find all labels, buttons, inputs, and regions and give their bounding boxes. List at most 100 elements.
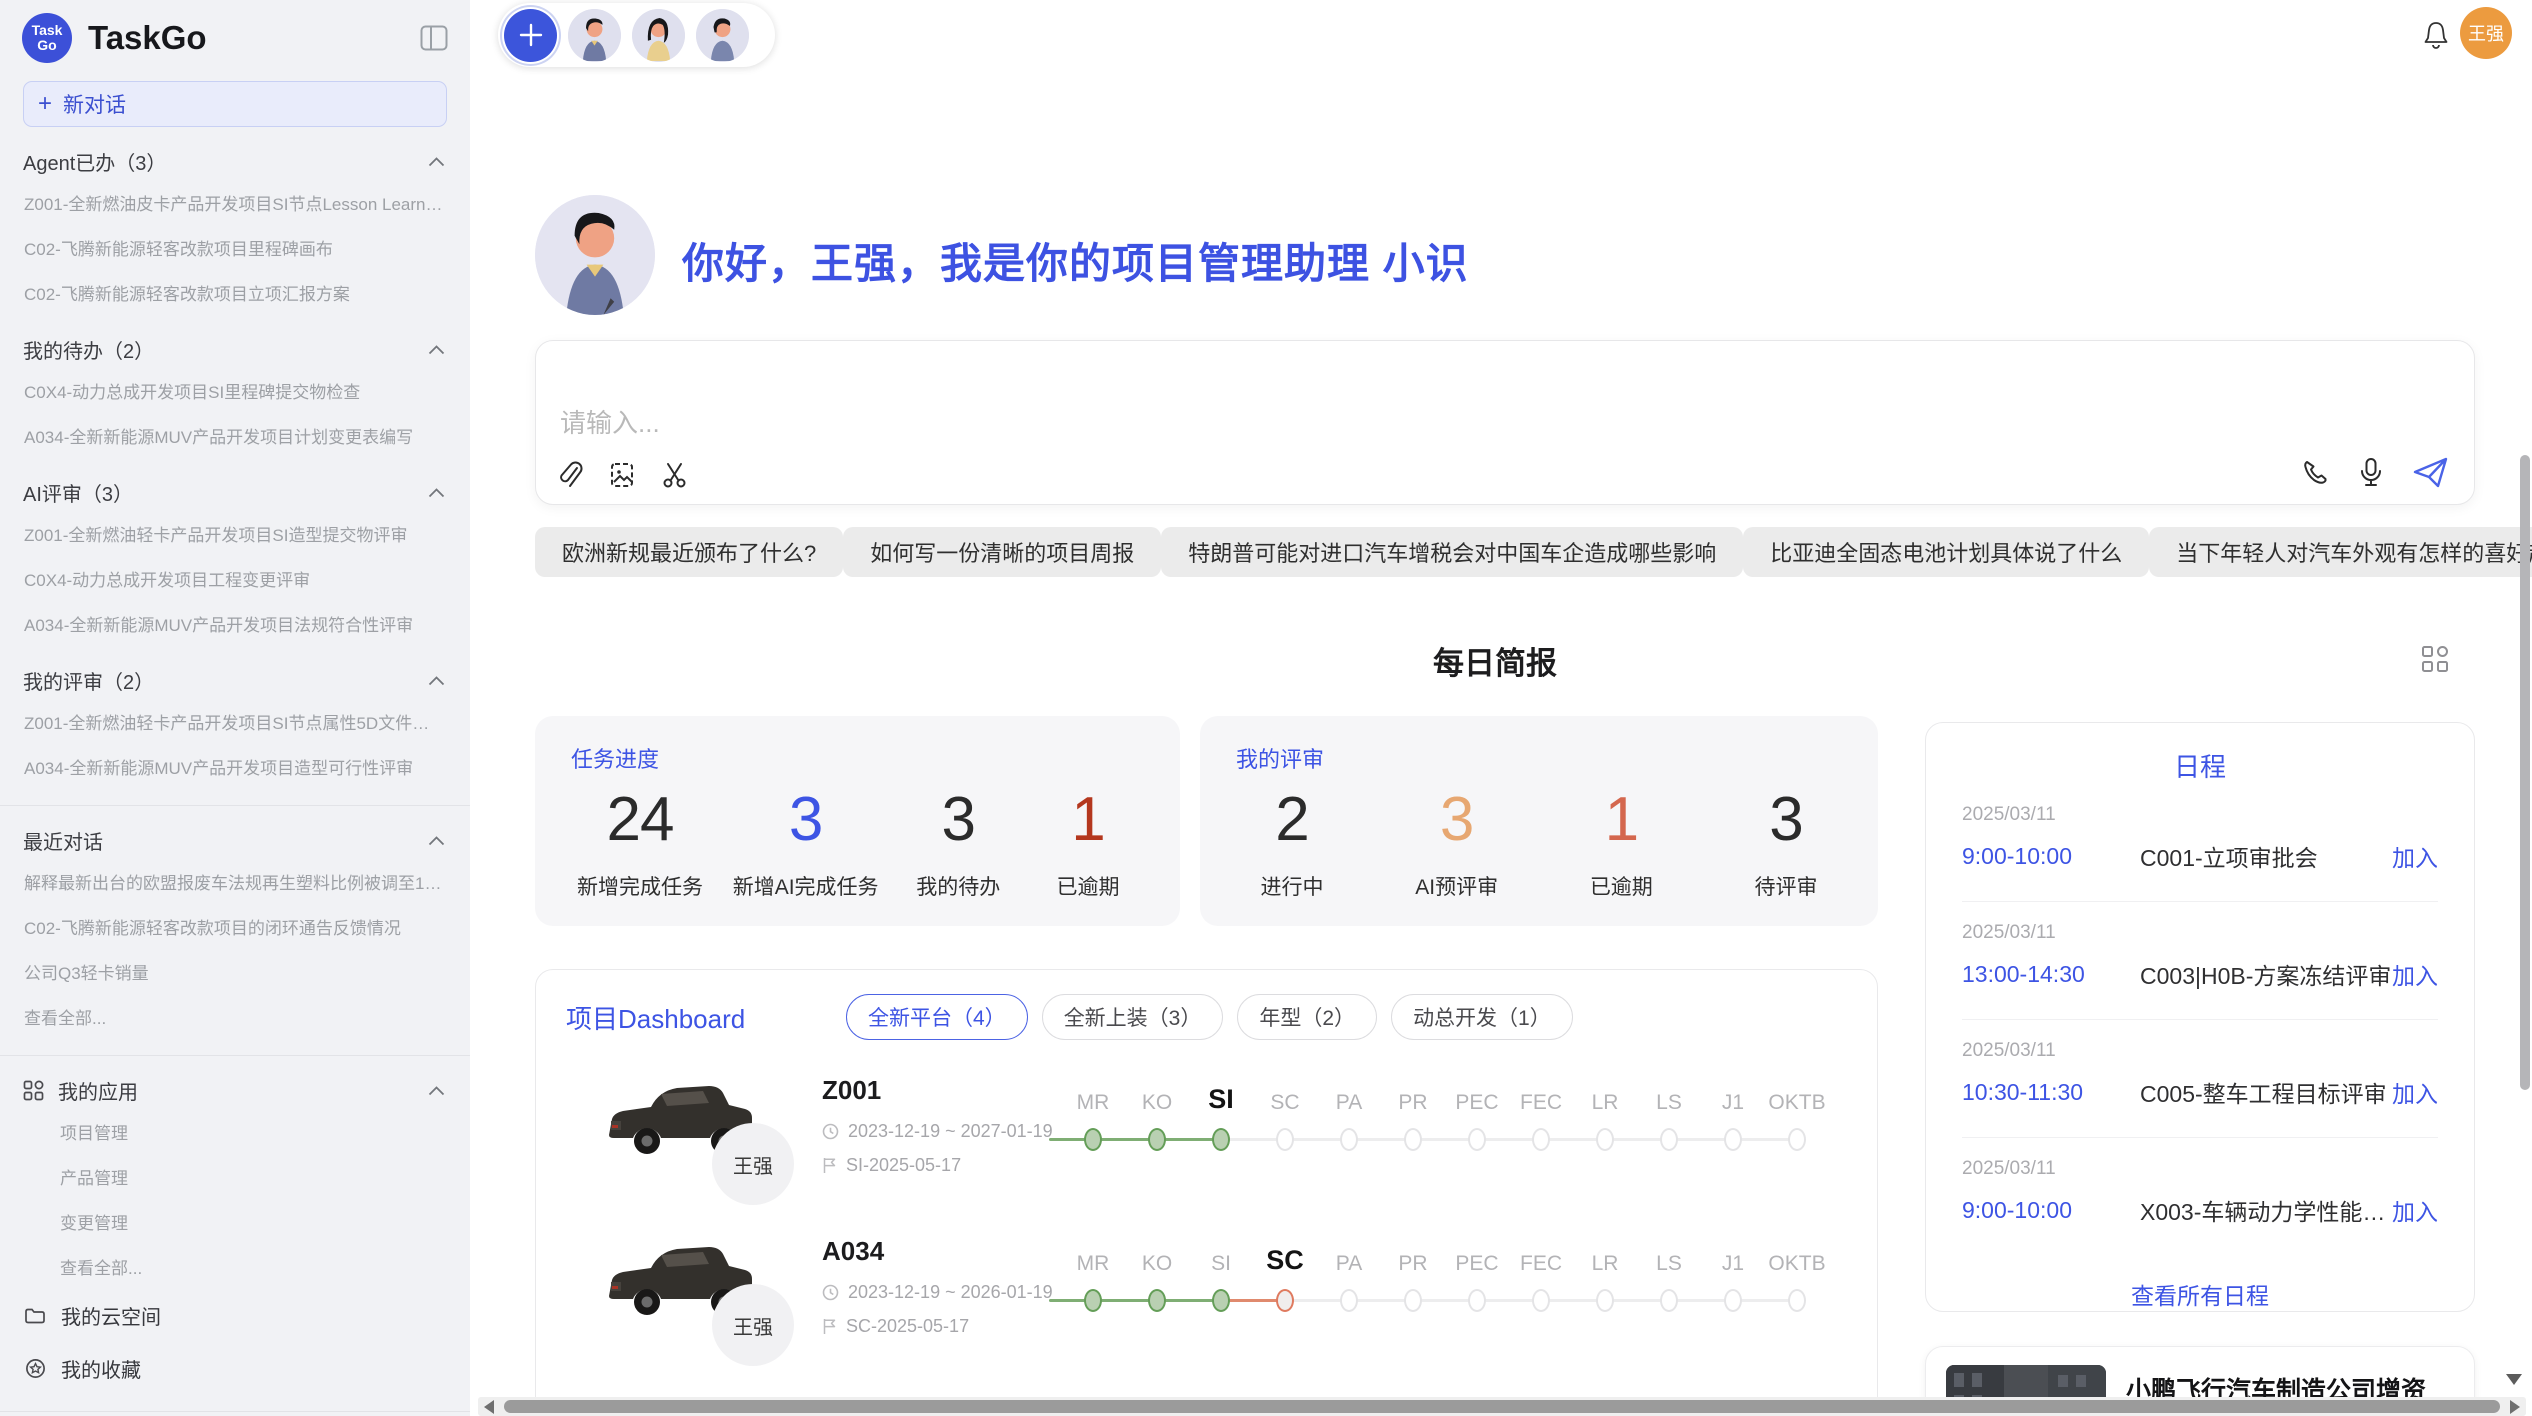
- project-row[interactable]: 王强 Z001 2023-12-19 ~ 2027-01-19 SI-2025-…: [536, 1067, 1877, 1228]
- milestone-label-FEC: FEC: [1509, 1252, 1573, 1276]
- milestone-dot-PR[interactable]: [1404, 1128, 1422, 1151]
- milestone-dot-MR[interactable]: [1084, 1289, 1102, 1312]
- dashboard-filter[interactable]: 全新平台（4）: [846, 994, 1028, 1040]
- sidebar-task-item[interactable]: Z001-全新燃油轻卡产品开发项目SI造型提交物评审: [24, 511, 446, 556]
- milestone-dot-SI[interactable]: [1212, 1289, 1230, 1312]
- dashboard-filter[interactable]: 动总开发（1）: [1391, 994, 1573, 1040]
- chevron-up-icon: [428, 1086, 445, 1096]
- sidebar-section-title: AI评审（3）: [23, 478, 133, 507]
- microphone-icon[interactable]: [2358, 457, 2384, 489]
- sidebar-task-item[interactable]: C02-飞腾新能源轻客改款项目立项汇报方案: [24, 270, 446, 315]
- apps-grid-icon: [23, 1080, 44, 1101]
- sidebar-task-item[interactable]: C0X4-动力总成开发项目工程变更评审: [24, 556, 446, 601]
- milestone-dot-FEC[interactable]: [1532, 1128, 1550, 1151]
- milestone-dot-J1[interactable]: [1724, 1289, 1742, 1312]
- vertical-scrollbar[interactable]: [2520, 455, 2530, 1090]
- milestone-dot-SI[interactable]: [1212, 1128, 1230, 1151]
- schedule-view-all-link[interactable]: 查看所有日程: [1962, 1255, 2438, 1312]
- milestone-dot-KO[interactable]: [1148, 1128, 1166, 1151]
- app-item-project-mgmt[interactable]: 项目管理: [60, 1109, 446, 1154]
- milestone-label-LR: LR: [1573, 1091, 1637, 1115]
- sidebar-item-favorites[interactable]: 我的收藏: [23, 1342, 447, 1395]
- milestone-dot-SC[interactable]: [1276, 1128, 1294, 1151]
- daily-briefing-title: 每日简报: [535, 638, 2455, 683]
- suggestion-chip[interactable]: 如何写一份清晰的项目周报: [843, 527, 1161, 577]
- milestone-dot-FEC[interactable]: [1532, 1289, 1550, 1312]
- milestone-dot-MR[interactable]: [1084, 1128, 1102, 1151]
- project-row[interactable]: 王强 A034 2023-12-19 ~ 2026-01-19 SC-2025-…: [536, 1228, 1877, 1389]
- stat: 3我的待办: [908, 784, 1008, 901]
- attach-icon[interactable]: [556, 460, 584, 490]
- clock-icon: [822, 1284, 839, 1301]
- phone-icon[interactable]: [2300, 458, 2330, 488]
- sidebar-collapse-icon[interactable]: [420, 25, 448, 51]
- agent-avatar[interactable]: [568, 9, 621, 62]
- schedule-join-link[interactable]: 加入: [2392, 1193, 2438, 1227]
- milestone-dot-KO[interactable]: [1148, 1289, 1166, 1312]
- milestone-dot-PR[interactable]: [1404, 1289, 1422, 1312]
- milestone-dot-OKTB[interactable]: [1788, 1128, 1806, 1151]
- sidebar-section-apps-header[interactable]: 我的应用: [23, 1076, 445, 1105]
- sidebar-task-item[interactable]: C02-飞腾新能源轻客改款项目里程碑画布: [24, 225, 446, 270]
- suggestion-chip[interactable]: 欧洲新规最近颁布了什么?: [535, 527, 843, 577]
- recent-chat-item[interactable]: C02-飞腾新能源轻客改款项目的闭环通告反馈情况: [24, 904, 446, 949]
- sidebar-task-item[interactable]: A034-全新新能源MUV产品开发项目计划变更表编写: [24, 413, 446, 458]
- suggestion-chip[interactable]: 比亚迪全固态电池计划具体说了什么: [1743, 527, 2149, 577]
- milestone-dot-J1[interactable]: [1724, 1128, 1742, 1151]
- milestone-dot-LS[interactable]: [1660, 1289, 1678, 1312]
- send-icon[interactable]: [2412, 456, 2450, 490]
- milestone-label-FEC: FEC: [1509, 1091, 1573, 1115]
- schedule-date: 2025/03/11: [1962, 804, 2438, 826]
- scroll-right-arrow[interactable]: [2510, 1400, 2520, 1414]
- sidebar-task-item[interactable]: A034-全新新能源MUV产品开发项目法规符合性评审: [24, 601, 446, 646]
- schedule-join-link[interactable]: 加入: [2392, 839, 2438, 873]
- sidebar-section-header[interactable]: 我的待办（2）: [23, 335, 445, 364]
- milestone-dot-PEC[interactable]: [1468, 1289, 1486, 1312]
- dashboard-filter[interactable]: 年型（2）: [1237, 994, 1377, 1040]
- sidebar-section-header[interactable]: Agent已办（3）: [23, 147, 445, 176]
- suggestion-chip[interactable]: 特朗普可能对进口汽车增税会对中国车企造成哪些影响: [1161, 527, 1743, 577]
- schedule-join-link[interactable]: 加入: [2392, 1075, 2438, 1109]
- schedule-join-link[interactable]: 加入: [2392, 957, 2438, 991]
- sidebar-task-item[interactable]: Z001-全新燃油轻卡产品开发项目SI节点属性5D文件评审: [24, 699, 446, 744]
- agent-avatar[interactable]: [696, 9, 749, 62]
- sidebar-item-cloud-space[interactable]: 我的云空间: [23, 1289, 447, 1342]
- chat-input[interactable]: 请输入...: [535, 340, 2475, 505]
- app-item-change-mgmt[interactable]: 变更管理: [60, 1199, 446, 1244]
- milestone-dot-OKTB[interactable]: [1788, 1289, 1806, 1312]
- milestone-label-J1: J1: [1701, 1252, 1765, 1276]
- sidebar-section-recent-header[interactable]: 最近对话: [23, 826, 445, 855]
- suggestion-chip[interactable]: 当下年轻人对汽车外观有怎样的喜好趋势: [2149, 527, 2532, 577]
- horizontal-scrollbar-thumb[interactable]: [504, 1400, 2500, 1413]
- sidebar-task-item[interactable]: A034-全新新能源MUV产品开发项目造型可行性评审: [24, 744, 446, 789]
- app-item-product-mgmt[interactable]: 产品管理: [60, 1154, 446, 1199]
- scroll-left-arrow[interactable]: [484, 1400, 494, 1414]
- scroll-down-arrow[interactable]: [2506, 1374, 2522, 1385]
- dashboard-filter[interactable]: 全新上装（3）: [1042, 994, 1224, 1040]
- milestone-dot-PA[interactable]: [1340, 1128, 1358, 1151]
- recent-view-all-link[interactable]: 查看全部...: [24, 994, 446, 1039]
- milestone-dot-LR[interactable]: [1596, 1289, 1614, 1312]
- agent-avatar[interactable]: [632, 9, 685, 62]
- scissors-icon[interactable]: [660, 460, 690, 490]
- sidebar-section-header[interactable]: AI评审（3）: [23, 478, 445, 507]
- schedule-time: 10:30-11:30: [1962, 1079, 2140, 1106]
- apps-view-all-link[interactable]: 查看全部...: [60, 1244, 446, 1289]
- add-agent-button[interactable]: [504, 9, 557, 62]
- notification-bell-icon[interactable]: [2422, 20, 2450, 55]
- sidebar-task-item[interactable]: C0X4-动力总成开发项目SI里程碑提交物检查: [24, 368, 446, 413]
- recent-chat-item[interactable]: 解释最新出台的欧盟报废车法规再生塑料比例被调至15%...: [24, 859, 446, 904]
- milestone-dot-SC[interactable]: [1276, 1289, 1294, 1312]
- milestone-dot-LR[interactable]: [1596, 1128, 1614, 1151]
- sidebar-task-item[interactable]: Z001-全新燃油皮卡产品开发项目SI节点Lesson Learn报告: [24, 180, 446, 225]
- layout-grid-icon[interactable]: [2420, 644, 2450, 679]
- milestone-label-PR: PR: [1381, 1252, 1445, 1276]
- image-icon[interactable]: [608, 460, 636, 490]
- milestone-dot-PA[interactable]: [1340, 1289, 1358, 1312]
- user-avatar[interactable]: 王强: [2460, 7, 2512, 59]
- recent-chat-item[interactable]: 公司Q3轻卡销量: [24, 949, 446, 994]
- new-chat-button[interactable]: + 新对话: [23, 81, 447, 127]
- sidebar-section-header[interactable]: 我的评审（2）: [23, 666, 445, 695]
- milestone-dot-PEC[interactable]: [1468, 1128, 1486, 1151]
- milestone-dot-LS[interactable]: [1660, 1128, 1678, 1151]
